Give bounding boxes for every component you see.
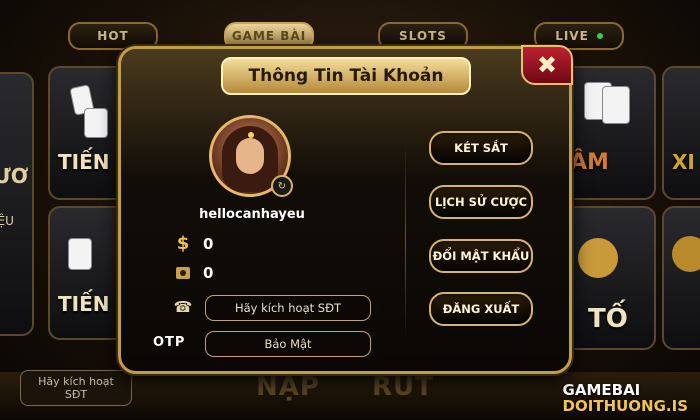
tab-game-bai-label: GAME BÀI	[231, 29, 307, 43]
tab-live-label: LIVE	[555, 29, 589, 43]
coin-icon	[672, 236, 700, 272]
phone-icon: ☎	[173, 298, 193, 316]
safe-icon	[175, 265, 191, 281]
activate-phone-side-label: Hãy kích hoạt SĐT	[38, 375, 114, 401]
username: hellocanhayeu	[199, 207, 305, 222]
change-avatar-icon[interactable]: ↻	[271, 175, 293, 197]
balance-value: 0	[203, 235, 214, 253]
bet-history-button-label: LỊCH SỬ CƯỢC	[434, 195, 528, 209]
bet-history-button[interactable]: LỊCH SỬ CƯỢC	[429, 185, 533, 219]
otp-security-field[interactable]: Bảo Mật	[205, 331, 371, 357]
game-tile-3-label: ÂM	[570, 150, 609, 175]
left-fragment-2: IỆU	[0, 214, 14, 228]
dialog-title-text: Thông Tin Tài Khoản	[248, 66, 444, 86]
deposit-button[interactable]: NẠP	[256, 372, 320, 402]
withdraw-button[interactable]: RÚT	[372, 372, 434, 402]
game-tile-5-label: TỐ	[588, 304, 628, 334]
left-edge-panel: ƯƠ IỆU	[0, 72, 34, 336]
logo-line-1: GAMEBAI	[562, 381, 641, 399]
site-logo: GAMEBAI DOITHUONG.IS	[563, 382, 688, 414]
game-tile-4-label: XI	[672, 150, 695, 174]
withdraw-label: RÚT	[372, 372, 434, 402]
logout-button-label: ĐĂNG XUẤT	[442, 302, 520, 316]
safe-balance-value: 0	[203, 264, 214, 282]
safe-button[interactable]: KÉT SẮT	[429, 131, 533, 165]
avatar-jewel	[248, 132, 254, 138]
divider	[405, 141, 406, 341]
tab-slots-label: SLOTS	[399, 29, 447, 43]
card-icon	[602, 86, 630, 124]
dollar-icon: $	[176, 232, 190, 254]
game-tile-4[interactable]: XI	[662, 66, 700, 200]
card-icon	[84, 108, 108, 138]
otp-security-field-text: Bảo Mật	[264, 337, 312, 351]
safe-button-label: KÉT SẮT	[454, 141, 508, 155]
close-button[interactable]: ✖	[521, 45, 573, 85]
tab-hot-label: HOT	[97, 29, 129, 43]
activate-phone-field-text: Hãy kích hoạt SĐT	[234, 301, 342, 315]
card-icon	[68, 238, 92, 270]
game-tile-3[interactable]: ÂM	[560, 66, 656, 200]
activate-phone-side-button[interactable]: Hãy kích hoạt SĐT	[20, 370, 132, 406]
avatar-face	[236, 138, 264, 174]
logo-line-2: DOITHUONG.IS	[562, 397, 688, 415]
change-password-button[interactable]: ĐỔI MẬT KHẨU	[429, 239, 533, 273]
account-info-dialog: Thông Tin Tài Khoản ✖ ↻ hellocanhayeu $ …	[118, 45, 573, 374]
live-indicator-icon	[596, 33, 603, 39]
game-tile-6[interactable]	[662, 206, 700, 350]
otp-label: OTP	[153, 335, 186, 350]
activate-phone-field[interactable]: Hãy kích hoạt SĐT	[205, 295, 371, 321]
left-fragment-1: ƯƠ	[0, 164, 29, 188]
deposit-label: NẠP	[256, 372, 320, 402]
logout-button[interactable]: ĐĂNG XUẤT	[429, 292, 533, 326]
game-tile-5[interactable]: TỐ	[560, 206, 656, 350]
dialog-title: Thông Tin Tài Khoản	[221, 57, 471, 95]
change-password-button-label: ĐỔI MẬT KHẨU	[432, 249, 530, 263]
close-icon: ✖	[536, 51, 558, 79]
chip-icon	[578, 238, 618, 278]
